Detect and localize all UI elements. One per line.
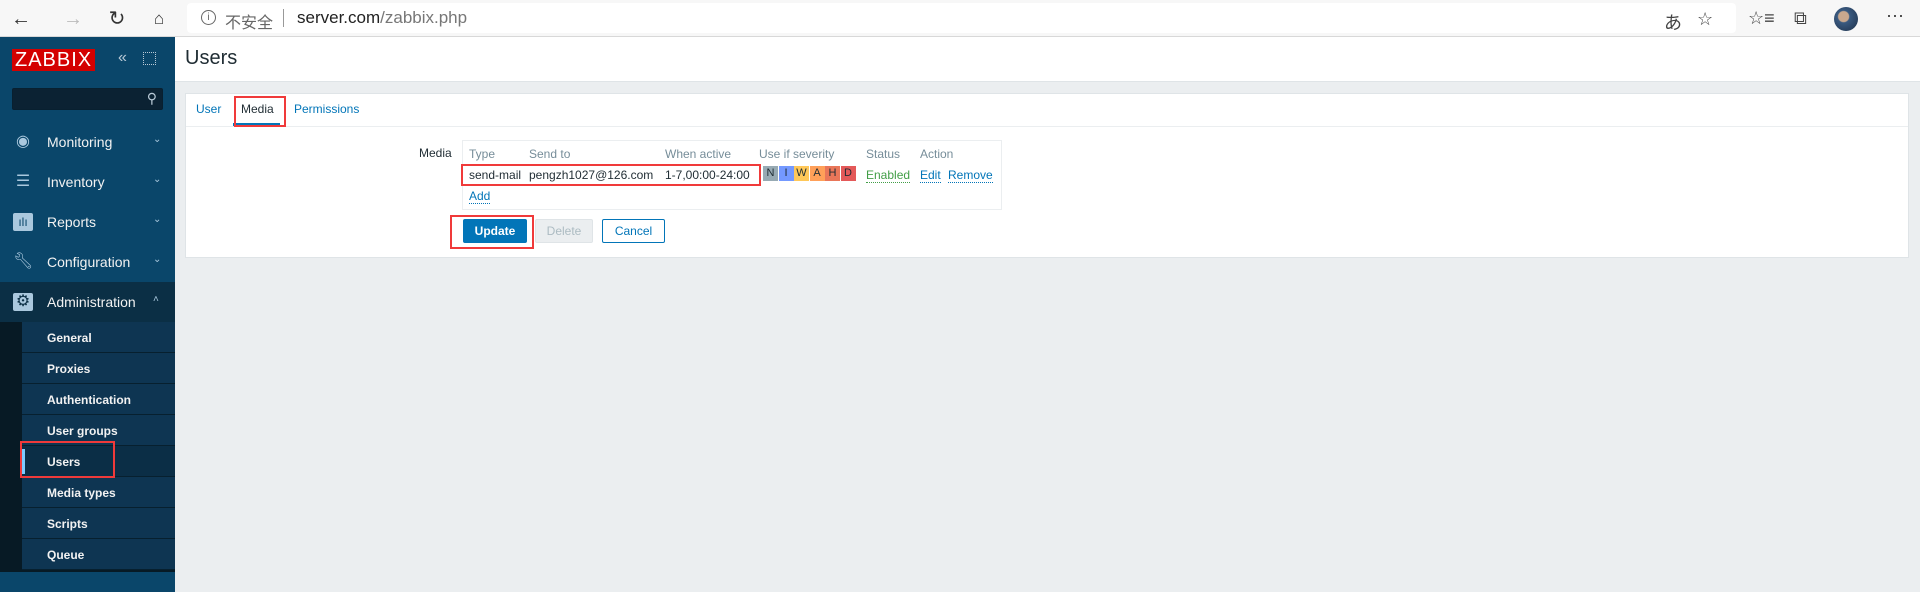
sidebar: ZABBIX « ⚲ ◉ Monitoring ⌄ ☰ Inventory ⌄ ılı R… xyxy=(0,37,175,592)
chevron-down-icon: ⌄ xyxy=(153,174,162,185)
header-when-active: When active xyxy=(665,147,732,161)
more-icon[interactable]: ⋯ xyxy=(1886,6,1904,27)
eye-icon: ◉ xyxy=(16,133,30,150)
menu-label: Reports xyxy=(47,214,97,230)
tab-divider xyxy=(186,126,1908,127)
translate-icon[interactable]: あ xyxy=(1664,9,1682,35)
severity-a: A xyxy=(809,166,825,181)
home-icon[interactable]: ⌂ xyxy=(146,6,172,32)
favorites-icon[interactable]: ☆≡ xyxy=(1748,8,1775,29)
chevron-down-icon: ⌄ xyxy=(153,214,162,225)
tab-user[interactable]: User xyxy=(196,102,221,116)
highlight-box xyxy=(461,164,761,186)
submenu-authentication[interactable]: Authentication xyxy=(22,384,175,415)
collections-icon[interactable]: ⧉ xyxy=(1794,8,1807,29)
menu-label: Configuration xyxy=(47,254,131,270)
avatar[interactable] xyxy=(1834,7,1858,31)
chevron-down-icon: ⌄ xyxy=(153,134,162,145)
submenu-queue[interactable]: Queue xyxy=(22,539,175,570)
divider xyxy=(283,9,284,27)
menu-reports[interactable]: ılı Reports ⌄ xyxy=(0,202,175,242)
header-action: Action xyxy=(920,147,954,161)
header-type: Type xyxy=(469,147,496,161)
severity-n: N xyxy=(763,166,778,181)
list-icon: ☰ xyxy=(15,173,31,190)
menu-monitoring[interactable]: ◉ Monitoring ⌄ xyxy=(0,122,175,162)
kiosk-mode-icon[interactable] xyxy=(143,52,156,65)
chevron-down-icon: ⌄ xyxy=(153,254,162,265)
menu-inventory[interactable]: ☰ Inventory ⌄ xyxy=(0,162,175,202)
submenu-general[interactable]: General xyxy=(22,322,175,353)
severity-h: H xyxy=(825,166,840,181)
url-path: /zabbix.php xyxy=(380,8,468,27)
user-form-panel: User Media Permissions Media Type Send t… xyxy=(185,93,1909,258)
search-icon[interactable]: ⚲ xyxy=(147,90,157,107)
severity-d: D xyxy=(840,166,856,181)
delete-button[interactable]: Delete xyxy=(535,219,593,243)
page-header: Users xyxy=(175,37,1920,82)
chevron-up-icon: ˄ xyxy=(153,294,159,305)
menu-administration[interactable]: ⚙ Administration ˄ xyxy=(0,282,175,322)
menu-label: Monitoring xyxy=(47,134,113,150)
highlight-box xyxy=(20,441,115,478)
address-bar[interactable]: i 不安全 server.com/zabbix.php あ ☆ xyxy=(187,3,1736,33)
search-input[interactable]: ⚲ xyxy=(12,88,163,110)
wrench-icon: 🔧︎ xyxy=(13,253,34,270)
submenu-scripts[interactable]: Scripts xyxy=(22,508,175,539)
header-severity: Use if severity xyxy=(759,147,835,161)
refresh-icon[interactable]: ↻ xyxy=(104,6,130,32)
browser-toolbar: ← → ↻ ⌂ i 不安全 server.com/zabbix.php あ ☆ … xyxy=(0,0,1920,37)
info-icon[interactable]: i xyxy=(201,10,216,25)
zabbix-logo[interactable]: ZABBIX xyxy=(12,49,96,71)
back-icon[interactable]: ← xyxy=(8,6,34,32)
severity-w: W xyxy=(794,166,809,181)
submenu-proxies[interactable]: Proxies xyxy=(22,353,175,384)
security-label: 不安全 xyxy=(225,15,274,32)
highlight-box xyxy=(450,215,534,249)
submenu-media-types[interactable]: Media types xyxy=(22,477,175,508)
url-text[interactable]: server.com/zabbix.php xyxy=(297,8,467,28)
menu-configuration[interactable]: 🔧︎ Configuration ⌄ xyxy=(0,242,175,282)
severity-i: I xyxy=(778,166,794,181)
gear-icon: ⚙ xyxy=(13,293,33,311)
status-toggle[interactable]: Enabled xyxy=(866,168,911,183)
collapse-sidebar-icon[interactable]: « xyxy=(118,49,127,67)
forward-icon[interactable]: → xyxy=(60,6,86,32)
header-send-to: Send to xyxy=(529,147,571,161)
add-media-link[interactable]: Add xyxy=(469,189,491,204)
menu-label: Inventory xyxy=(47,174,105,190)
page-title: Users xyxy=(185,47,238,69)
cancel-button[interactable]: Cancel xyxy=(602,219,665,243)
url-host: server.com xyxy=(297,8,381,27)
tab-permissions[interactable]: Permissions xyxy=(294,102,359,116)
star-icon[interactable]: ☆ xyxy=(1697,9,1713,30)
menu-label: Administration xyxy=(47,294,136,310)
header-status: Status xyxy=(866,147,901,161)
bar-chart-icon: ılı xyxy=(13,213,33,231)
media-label: Media xyxy=(419,146,452,160)
remove-link[interactable]: Remove xyxy=(948,168,993,183)
highlight-box xyxy=(234,96,286,127)
edit-link[interactable]: Edit xyxy=(920,168,941,183)
